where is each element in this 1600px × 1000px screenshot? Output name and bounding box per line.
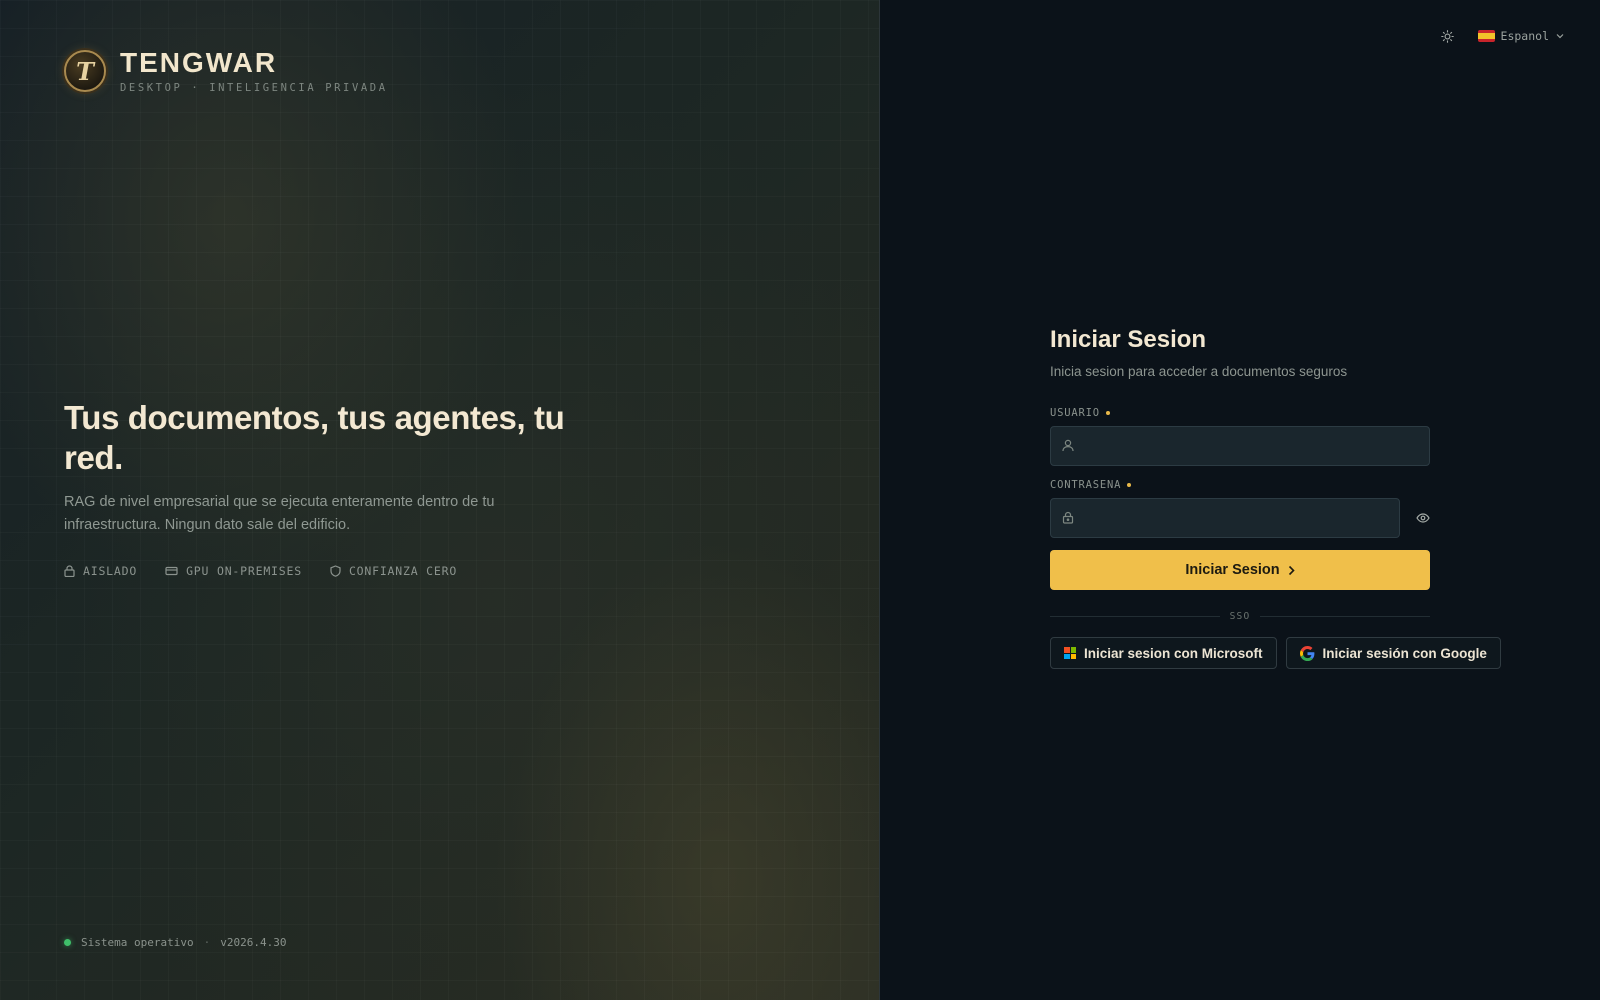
feature-gpu: GPU ON-PREMISES [165,564,302,578]
hero-lead: RAG de nivel empresarial que se ejecuta … [64,494,495,533]
feature-list: AISLADO GPU ON-PREMISES CONFIANZA CERO [64,564,485,578]
feature-label: AISLADO [83,564,138,578]
language-label: Espanol [1500,29,1549,43]
submit-label: Iniciar Sesion [1185,562,1280,578]
brand: T TENGWAR DESKTOP · INTELIGENCIA PRIVADA [64,48,388,94]
google-sso-button[interactable]: Iniciar sesión con Google [1285,637,1501,669]
password-field-wrapper [1050,498,1400,538]
user-icon [1062,439,1074,452]
password-label: CONTRASENA [1050,479,1430,491]
lock-icon [1062,511,1074,524]
sso-buttons: Iniciar sesion con Microsoft Iniciar ses… [1050,637,1501,669]
login-form: Iniciar Sesion Inicia sesion para accede… [1050,323,1501,669]
sun-icon [1441,29,1454,43]
status-text: Sistema operativo [81,936,194,949]
brand-title: TENGWAR [120,47,278,78]
chevron-right-icon [1288,565,1295,575]
microsoft-sso-button[interactable]: Iniciar sesion con Microsoft [1050,637,1277,669]
panel-divider [879,0,880,1000]
version-label: v2026.4.30 [220,936,287,949]
status-separator: · [203,936,211,949]
login-subtitle: Inicia sesion para acceder a documentos … [1050,364,1348,379]
password-row [1050,498,1430,538]
password-input[interactable] [1051,499,1399,537]
hero-panel: T TENGWAR DESKTOP · INTELIGENCIA PRIVADA… [0,0,879,1000]
status-indicator [64,939,71,946]
username-label: USUARIO [1050,407,1430,419]
gpu-icon [165,566,178,576]
tengwar-logo-icon: T [64,50,106,92]
divider-line [1050,616,1220,617]
feature-label: CONFIANZA CERO [348,564,458,578]
required-indicator [1105,411,1110,415]
hero-headline: Tus documentos, tus agentes, tu red. [64,399,565,476]
feature-label: GPU ON-PREMISES [186,564,302,578]
username-input[interactable] [1051,427,1429,465]
language-selector[interactable]: Espanol [1477,29,1564,43]
microsoft-sso-label: Iniciar sesion con Microsoft [1084,645,1263,661]
feature-confianza: CONFIANZA CERO [330,564,457,578]
required-indicator [1127,483,1132,487]
eye-icon [1416,513,1430,523]
sso-label: SSO [1229,611,1251,622]
shield-icon [330,565,341,577]
feature-aislado: AISLADO [64,564,137,578]
es-flag-icon [1477,30,1495,42]
brand-subtitle: DESKTOP · INTELIGENCIA PRIVADA [120,82,388,94]
username-field-wrapper [1050,426,1430,466]
top-bar: Espanol [1436,24,1564,48]
show-password-button[interactable] [1400,498,1430,538]
username-label-text: USUARIO [1050,407,1100,419]
google-icon [1299,645,1315,661]
microsoft-icon [1064,647,1076,659]
chevron-down-icon [1556,34,1564,39]
system-status: Sistema operativo · v2026.4.30 [64,936,286,949]
divider-line [1260,616,1431,617]
google-sso-label: Iniciar sesión con Google [1322,645,1487,661]
login-title: Iniciar Sesion [1050,326,1207,353]
sso-divider: SSO [1050,611,1431,622]
login-submit-button[interactable]: Iniciar Sesion [1050,550,1430,590]
password-label-text: CONTRASENA [1050,479,1122,491]
lock-icon [64,565,75,577]
brand-text: TENGWAR DESKTOP · INTELIGENCIA PRIVADA [120,47,388,95]
theme-toggle-button[interactable] [1436,24,1460,48]
